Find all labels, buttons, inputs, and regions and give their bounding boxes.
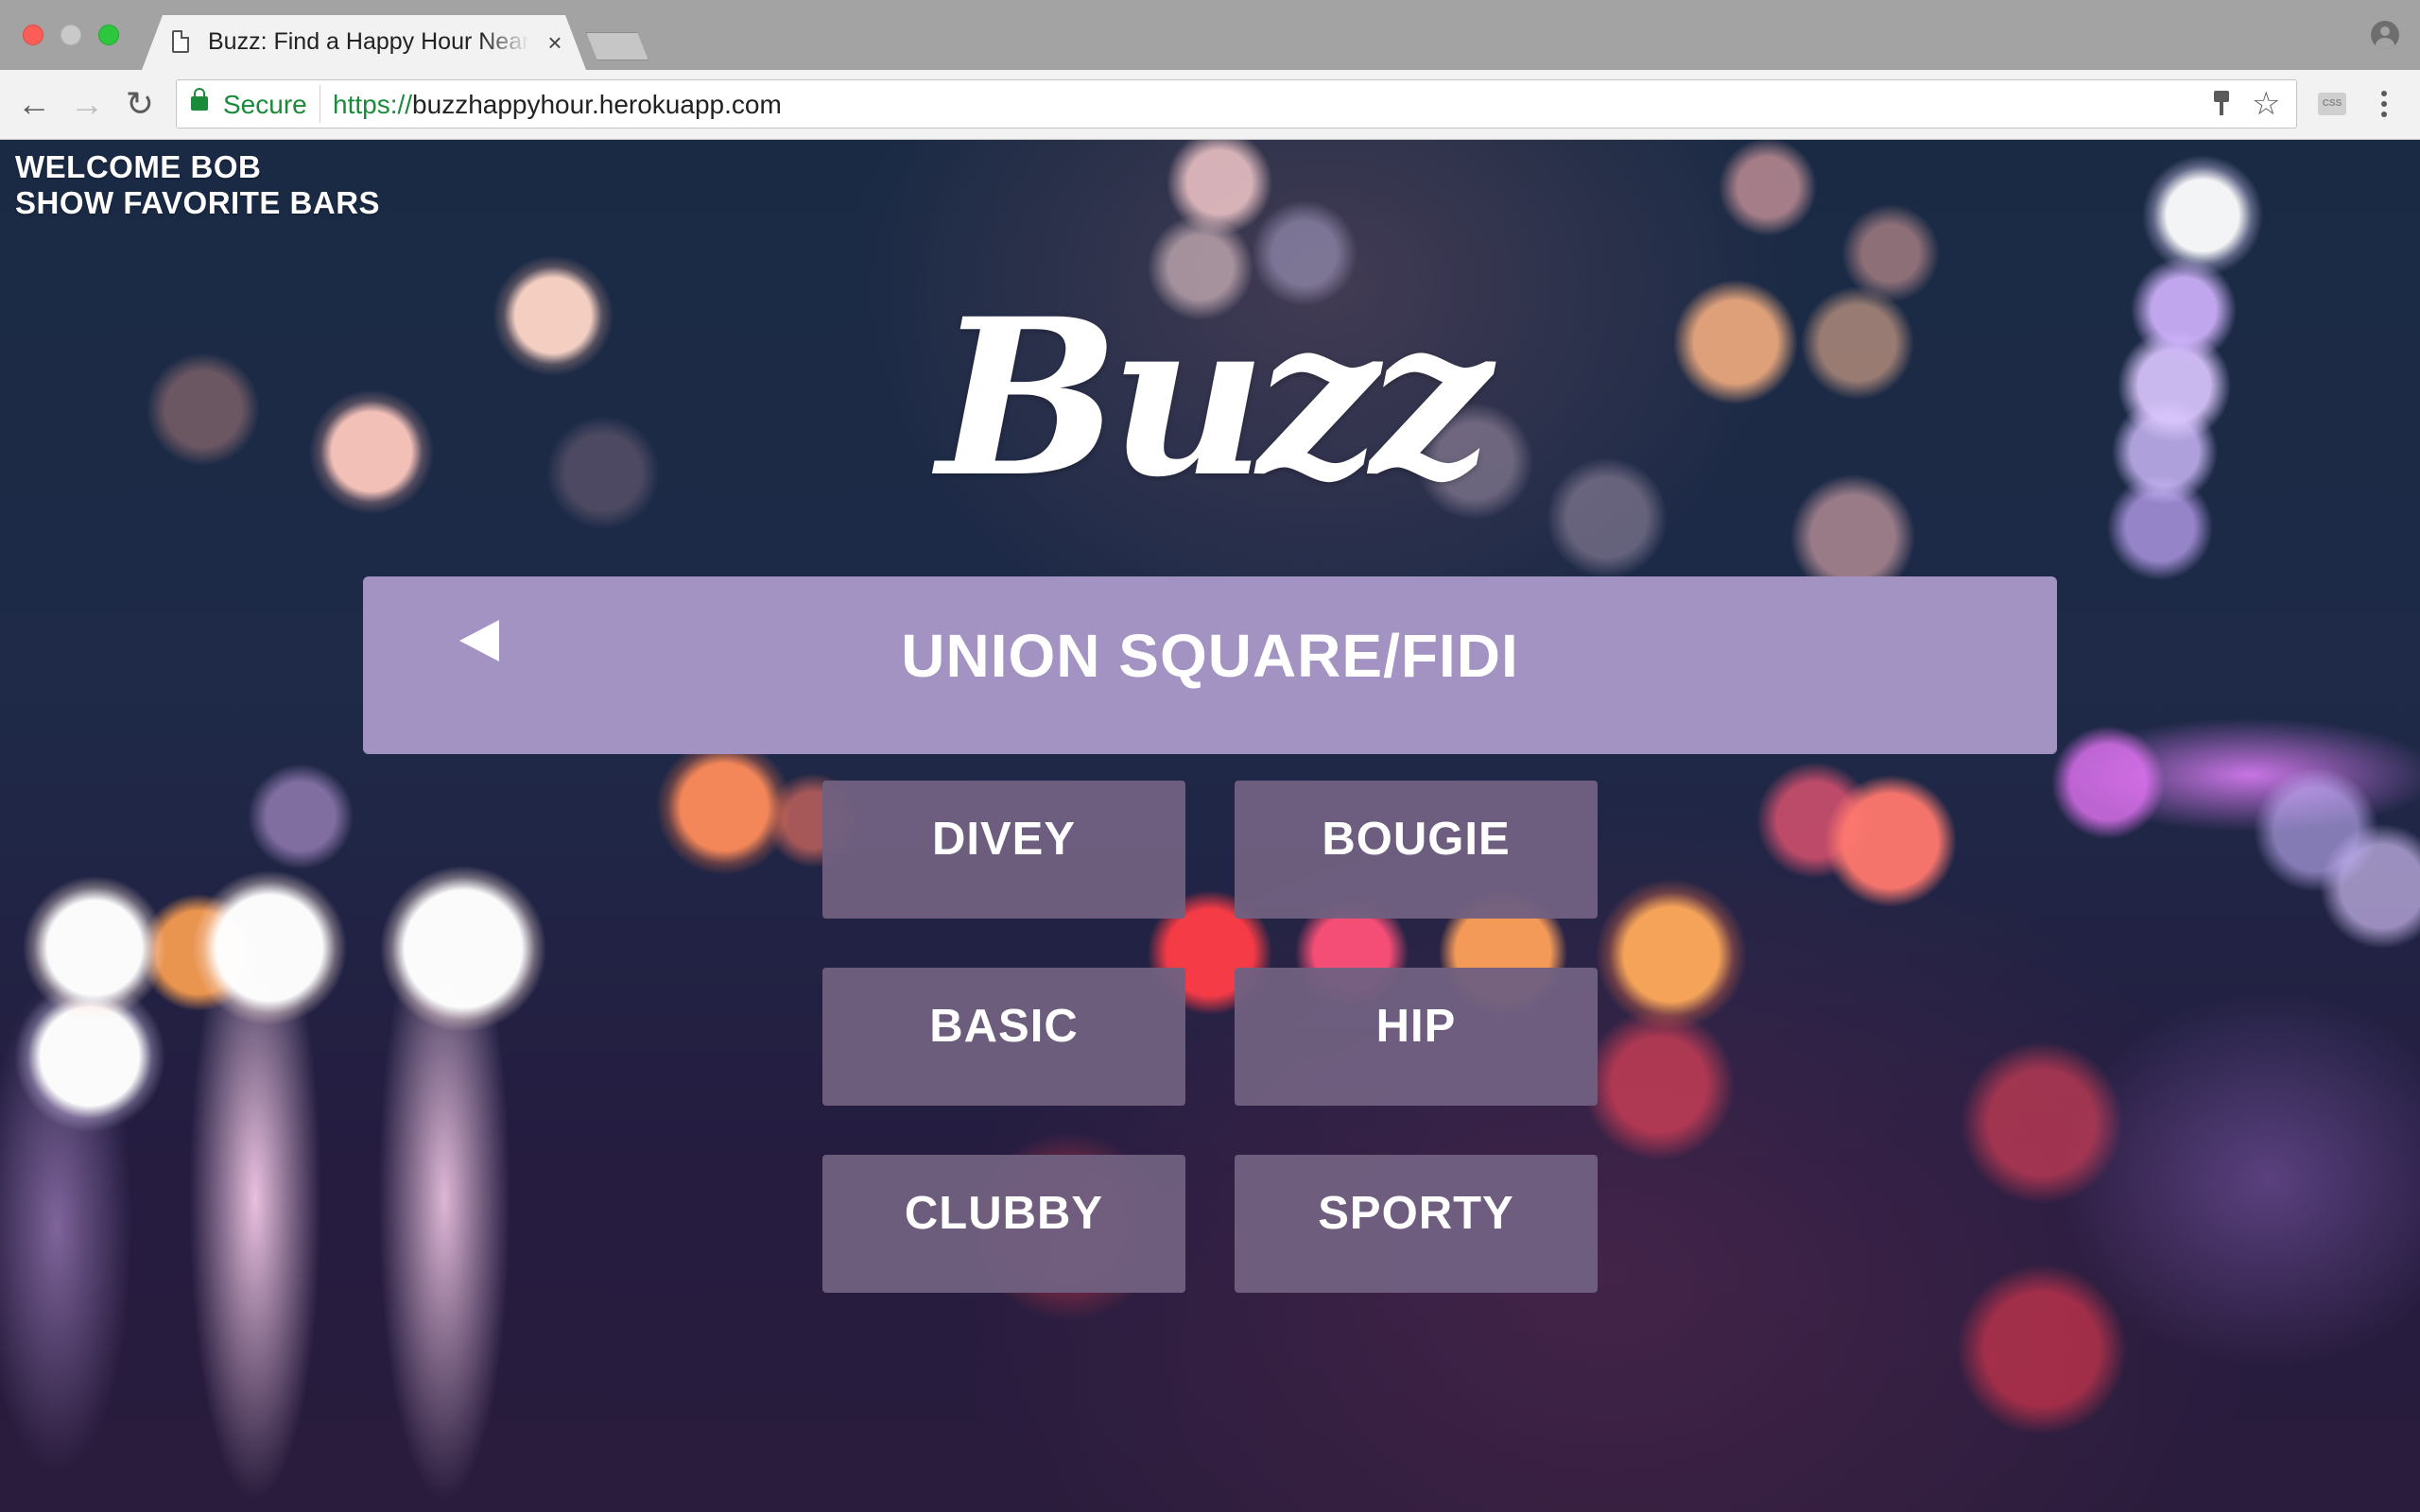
page-document-icon xyxy=(172,30,189,53)
show-favorite-bars-link[interactable]: SHOW FAVORITE BARS xyxy=(15,185,380,221)
reload-icon[interactable]: ↻ xyxy=(121,85,159,123)
vibe-button-bougie[interactable]: BOUGIE xyxy=(1235,781,1598,919)
security-label[interactable]: Secure xyxy=(223,89,307,121)
back-triangle-icon[interactable] xyxy=(459,620,499,662)
vibe-button-basic[interactable]: BASIC xyxy=(822,968,1185,1106)
paint-brush-icon[interactable] xyxy=(2212,91,2231,117)
user-menu: WELCOME BOB SHOW FAVORITE BARS xyxy=(15,149,380,221)
url-scheme: https:// xyxy=(333,90,413,119)
forward-arrow-icon[interactable]: → xyxy=(68,85,106,123)
vibe-button-clubby[interactable]: CLUBBY xyxy=(822,1155,1185,1293)
menu-dot xyxy=(2381,101,2387,107)
vibe-button-sporty[interactable]: SPORTY xyxy=(1235,1155,1598,1293)
tab-title[interactable]: Buzz: Find a Happy Hour Near You xyxy=(208,28,529,59)
browser-menu-icon[interactable] xyxy=(2375,87,2394,121)
url-host: buzzhappyhour.herokuapp.com xyxy=(412,90,782,119)
url-text[interactable]: https://buzzhappyhour.herokuapp.com xyxy=(333,89,782,121)
neighborhood-title: UNION SQUARE/FIDI xyxy=(901,622,1519,690)
profile-icon[interactable] xyxy=(2371,21,2399,49)
vibe-button-hip[interactable]: HIP xyxy=(1235,968,1598,1106)
menu-dot xyxy=(2381,91,2387,96)
maximize-window-button[interactable] xyxy=(98,25,119,45)
minimize-window-button[interactable] xyxy=(60,25,81,45)
tab-close-icon[interactable]: × xyxy=(543,28,567,57)
bookmark-star-icon[interactable]: ☆ xyxy=(2252,85,2280,123)
welcome-text: WELCOME BOB xyxy=(15,149,262,184)
css-extension-icon[interactable]: CSS xyxy=(2318,93,2346,115)
close-window-button[interactable] xyxy=(23,25,43,45)
lock-icon[interactable] xyxy=(191,88,208,111)
menu-dot xyxy=(2381,112,2387,117)
buzz-logo: Buzz xyxy=(937,271,1492,524)
neighborhood-header: UNION SQUARE/FIDI xyxy=(363,576,2057,754)
browser-window: Buzz: Find a Happy Hour Near You × ← → ↻… xyxy=(0,0,2420,140)
back-arrow-icon[interactable]: ← xyxy=(15,85,53,123)
vibe-button-divey[interactable]: DIVEY xyxy=(822,781,1185,919)
page-background: WELCOME BOB SHOW FAVORITE BARS Buzz UNIO… xyxy=(0,140,2420,1512)
